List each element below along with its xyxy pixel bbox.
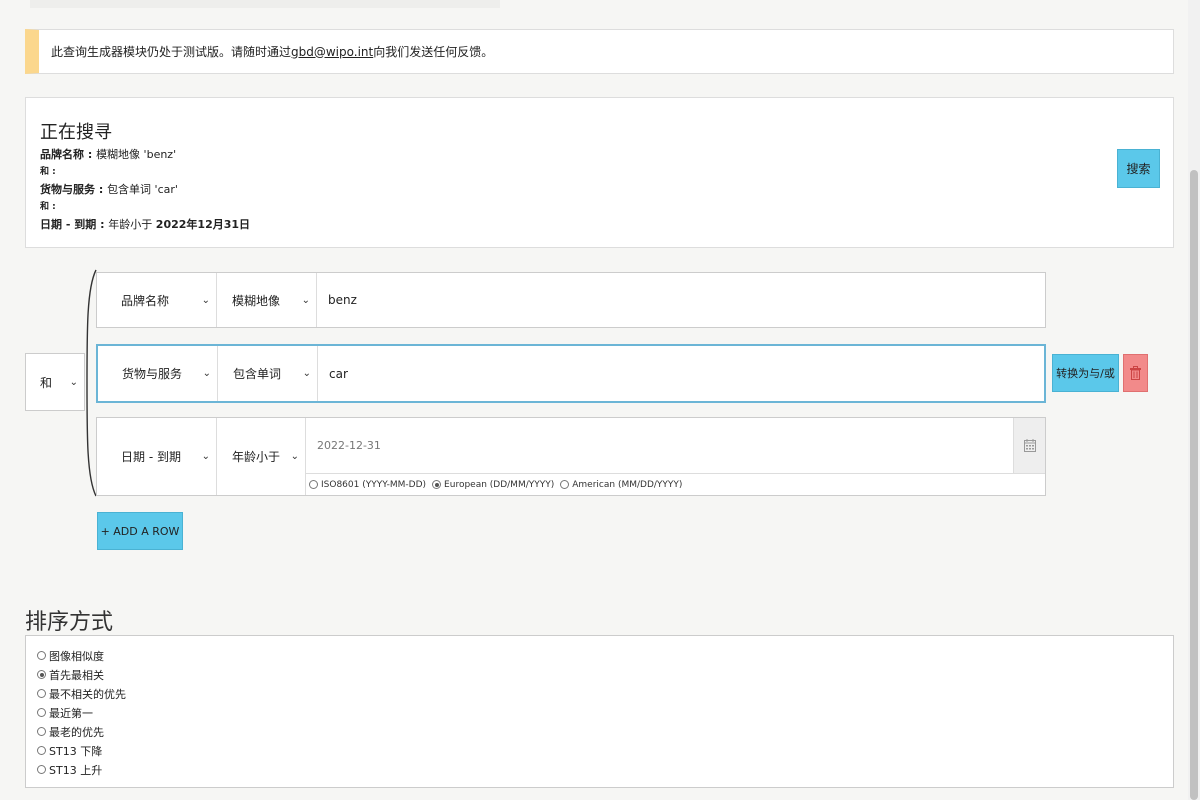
delete-row-button[interactable] <box>1123 354 1148 392</box>
date-value-group: 2022-12-31 ISO8601 (YYYY-MM-DD) European… <box>306 418 1045 495</box>
date-format-label: American (MM/DD/YYYY) <box>572 480 683 490</box>
calendar-icon[interactable] <box>1013 418 1045 473</box>
date-format-american[interactable]: American (MM/DD/YYYY) <box>560 480 682 490</box>
sort-option-st13-desc[interactable]: ST13 下降 <box>37 741 1173 760</box>
search-button[interactable]: 搜索 <box>1117 149 1160 188</box>
sort-option-most-relevant[interactable]: 首先最相关 <box>37 665 1173 684</box>
summary-goods-label: 货物与服务 <box>40 183 95 196</box>
sort-option-label: 最不相关的优先 <box>49 687 126 701</box>
sort-option-label: 首先最相关 <box>49 668 104 682</box>
sort-option-image-similarity[interactable]: 图像相似度 <box>37 646 1173 665</box>
field-select-date[interactable]: 日期 - 到期 ⌄ <box>97 418 217 495</box>
chevron-down-icon: ⌄ <box>202 368 211 379</box>
search-summary-panel: 正在搜寻 品牌名称 : 模糊地像 'benz' 和 : 货物与服务 : 包含单词… <box>25 97 1174 248</box>
field-select-value: 日期 - 到期 <box>121 450 181 464</box>
summary-brand-sep: : <box>84 148 97 161</box>
operator-select-date[interactable]: 年龄小于 ⌄ <box>217 418 306 495</box>
sort-options-panel: 图像相似度 首先最相关 最不相关的优先 最近第一 最老的优先 ST13 下降 S… <box>25 635 1174 788</box>
trash-icon <box>1130 366 1141 380</box>
chevron-down-icon: ⌄ <box>290 451 299 462</box>
chevron-down-icon: ⌄ <box>302 368 311 379</box>
date-format-iso[interactable]: ISO8601 (YYYY-MM-DD) <box>309 480 426 490</box>
summary-date-value: 2022年12月31日 <box>155 218 251 231</box>
date-format-label: ISO8601 (YYYY-MM-DD) <box>321 480 427 490</box>
field-select-value: 品牌名称 <box>121 293 170 308</box>
scrollbar-thumb[interactable] <box>1190 170 1198 800</box>
summary-goods-value: 包含单词 'car' <box>107 183 178 196</box>
date-input[interactable]: 2022-12-31 <box>306 418 1045 474</box>
query-row-brand: 品牌名称 ⌄ 模糊地像 ⌄ benz <box>96 272 1046 328</box>
sort-option-label: 最老的优先 <box>49 725 104 739</box>
summary-line-date: 日期 - 到期 : 年龄小于 2022年12月31日 <box>40 216 250 234</box>
summary-title: 正在搜寻 <box>40 122 112 143</box>
chevron-down-icon: ⌄ <box>69 376 78 388</box>
notice-text-after: 向我们发送任何反馈。 <box>373 45 494 59</box>
summary-lines: 品牌名称 : 模糊地像 'benz' 和 : 货物与服务 : 包含单词 'car… <box>40 146 250 234</box>
feedback-email-link[interactable]: gbd@wipo.int <box>291 45 373 59</box>
query-row-goods: 货物与服务 ⌄ 包含单词 ⌄ car <box>96 344 1046 403</box>
field-select-goods[interactable]: 货物与服务 ⌄ <box>98 346 218 401</box>
sort-heading: 排序方式 <box>25 610 114 635</box>
operator-select-value: 包含单词 <box>233 367 282 381</box>
operator-select-brand[interactable]: 模糊地像 ⌄ <box>217 273 317 327</box>
summary-date-prefix: 年龄小于 <box>108 218 156 231</box>
convert-and-or-button[interactable]: 转换为与/或 <box>1052 354 1119 392</box>
sort-option-label: 最近第一 <box>49 706 93 720</box>
summary-goods-sep: : <box>95 183 108 196</box>
chevron-down-icon: ⌄ <box>201 451 210 462</box>
beta-notice: 此查询生成器模块仍处于测试版。请随时通过 gbd@wipo.int 向我们发送任何… <box>25 29 1174 74</box>
summary-line-brand: 品牌名称 : 模糊地像 'benz' <box>40 146 250 164</box>
summary-line-goods: 货物与服务 : 包含单词 'car' <box>40 181 250 199</box>
summary-brand-value: 模糊地像 'benz' <box>96 148 177 161</box>
summary-brand-label: 品牌名称 <box>40 148 84 161</box>
summary-date-label: 日期 - 到期 <box>40 218 97 231</box>
sort-option-st13-asc[interactable]: ST13 上升 <box>37 760 1173 779</box>
value-input-brand[interactable]: benz <box>317 273 1045 327</box>
date-format-label: European (DD/MM/YYYY) <box>444 480 555 490</box>
field-select-brand[interactable]: 品牌名称 ⌄ <box>97 273 217 327</box>
sort-option-label: ST13 上升 <box>49 763 103 777</box>
sort-option-label: ST13 下降 <box>49 744 103 758</box>
value-input-goods[interactable]: car <box>318 346 1044 401</box>
sort-option-least-relevant[interactable]: 最不相关的优先 <box>37 684 1173 703</box>
date-format-options: ISO8601 (YYYY-MM-DD) European (DD/MM/YYY… <box>306 474 1045 496</box>
operator-select-value: 年龄小于 <box>232 450 281 464</box>
date-format-european[interactable]: European (DD/MM/YYYY) <box>432 480 554 490</box>
sort-option-oldest[interactable]: 最老的优先 <box>37 722 1173 741</box>
add-row-button[interactable]: + ADD A ROW <box>97 512 183 550</box>
operator-select-value: 模糊地像 <box>232 293 281 308</box>
sort-option-label: 图像相似度 <box>49 649 104 663</box>
operator-select-goods[interactable]: 包含单词 ⌄ <box>218 346 318 401</box>
logic-operator-value: 和 <box>40 375 53 390</box>
sort-option-newest[interactable]: 最近第一 <box>37 703 1173 722</box>
summary-date-sep: : <box>96 218 109 231</box>
notice-text-before: 此查询生成器模块仍处于测试版。请随时通过 <box>51 45 292 59</box>
logic-operator-select[interactable]: 和 ⌄ <box>25 353 85 411</box>
chevron-down-icon: ⌄ <box>301 294 310 306</box>
query-row-date: 日期 - 到期 ⌄ 年龄小于 ⌄ 2022-12-31 ISO8601 (YYY… <box>96 417 1046 496</box>
field-select-value: 货物与服务 <box>122 367 183 381</box>
summary-and-1: 和 : <box>40 166 56 177</box>
top-faint-bar <box>30 0 500 8</box>
summary-and-2: 和 : <box>40 201 56 212</box>
chevron-down-icon: ⌄ <box>201 294 210 306</box>
